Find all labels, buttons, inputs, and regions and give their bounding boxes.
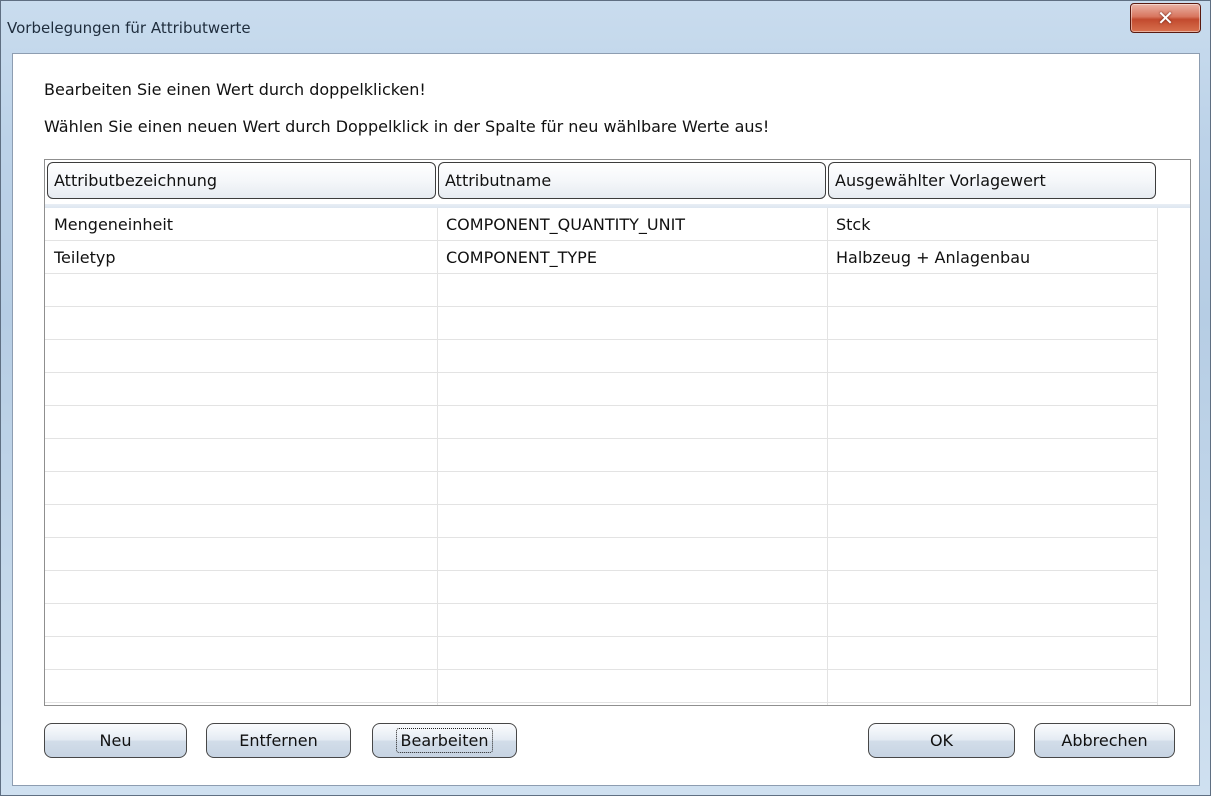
dialog-window: Vorbelegungen für Attributwerte ✕ Bearbe…: [0, 0, 1211, 796]
table-row[interactable]: Mengeneinheit COMPONENT_QUANTITY_UNIT St…: [45, 208, 1157, 241]
cell-vorlagewert[interactable]: Stck: [827, 208, 1157, 241]
table-row[interactable]: Teiletyp COMPONENT_TYPE Halbzeug + Anlag…: [45, 241, 1157, 274]
close-button[interactable]: ✕: [1130, 3, 1201, 33]
empty-row: [45, 637, 1157, 670]
cell-vorlagewert[interactable]: Halbzeug + Anlagenbau: [827, 241, 1157, 274]
instruction-select: Wählen Sie einen neuen Wert durch Doppel…: [44, 117, 770, 136]
empty-row: [45, 340, 1157, 373]
column-header-vorlagewert[interactable]: Ausgewählter Vorlagewert: [828, 162, 1156, 199]
empty-row: [45, 571, 1157, 604]
cell-attributname[interactable]: COMPONENT_QUANTITY_UNIT: [437, 208, 827, 241]
edit-button-label: Bearbeiten: [395, 728, 494, 753]
column-divider: [1157, 208, 1158, 705]
dialog-client-area: Bearbeiten Sie einen Wert durch doppelkl…: [12, 53, 1200, 786]
edit-button[interactable]: Bearbeiten: [372, 723, 517, 758]
window-title: Vorbelegungen für Attributwerte: [7, 19, 251, 37]
empty-row: [45, 439, 1157, 472]
column-header-attributname[interactable]: Attributname: [438, 162, 826, 199]
column-header-attributbezeichnung[interactable]: Attributbezeichnung: [47, 162, 436, 199]
cancel-button[interactable]: Abbrechen: [1034, 723, 1175, 758]
table-body: Mengeneinheit COMPONENT_QUANTITY_UNIT St…: [45, 208, 1190, 705]
table-header: Attributbezeichnung Attributname Ausgewä…: [45, 160, 1190, 208]
empty-row: [45, 538, 1157, 571]
cell-attributname[interactable]: COMPONENT_TYPE: [437, 241, 827, 274]
column-divider: [437, 208, 438, 705]
cell-attributbezeichnung[interactable]: Mengeneinheit: [45, 208, 436, 241]
title-bar[interactable]: Vorbelegungen für Attributwerte ✕: [1, 1, 1210, 53]
attribute-table[interactable]: Attributbezeichnung Attributname Ausgewä…: [44, 159, 1191, 706]
empty-row: [45, 604, 1157, 637]
cell-attributbezeichnung[interactable]: Teiletyp: [45, 241, 436, 274]
ok-button[interactable]: OK: [868, 723, 1015, 758]
empty-row: [45, 505, 1157, 538]
remove-button[interactable]: Entfernen: [206, 723, 351, 758]
empty-row: [45, 472, 1157, 505]
empty-row: [45, 373, 1157, 406]
empty-row: [45, 307, 1157, 340]
empty-row: [45, 670, 1157, 703]
close-icon: ✕: [1157, 6, 1174, 30]
empty-row: [45, 406, 1157, 439]
instruction-edit: Bearbeiten Sie einen Wert durch doppelkl…: [44, 80, 426, 99]
new-button[interactable]: Neu: [44, 723, 187, 758]
empty-row: [45, 274, 1157, 307]
column-divider: [827, 208, 828, 705]
